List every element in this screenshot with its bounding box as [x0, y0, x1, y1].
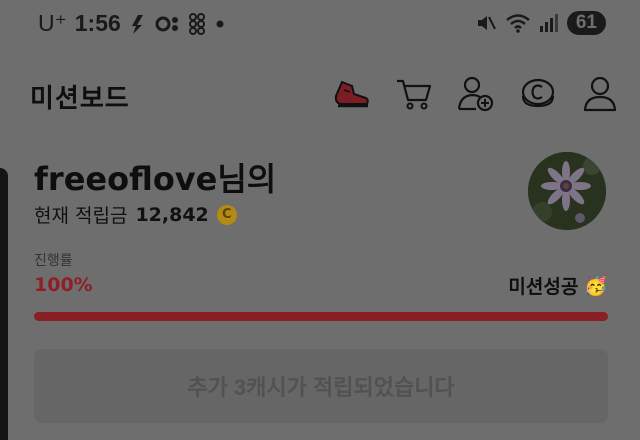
side-edge	[0, 168, 8, 440]
running-app-icon	[131, 14, 143, 34]
add-friend-icon[interactable]	[456, 74, 496, 114]
app-header: 미션보드	[0, 70, 640, 120]
points-row: 현재 적립금 12,842 C	[34, 201, 237, 228]
shoe-icon[interactable]	[332, 74, 372, 114]
progress-fill	[34, 312, 608, 321]
notification-icons	[129, 12, 227, 35]
more-notifications-dot-icon	[216, 20, 224, 27]
reward-status-button[interactable]: 추가 3캐시가 적립되었습니다	[34, 349, 608, 423]
coin-icon: C	[216, 204, 237, 225]
signal-icon	[539, 14, 558, 32]
avatar[interactable]	[528, 152, 606, 230]
profile-icon[interactable]	[580, 74, 620, 114]
status-left: U⁺ 1:56	[38, 10, 227, 37]
battery-level: 61	[566, 11, 606, 35]
progress-bar	[34, 312, 608, 321]
status-right: 61	[475, 11, 606, 35]
header-actions	[332, 74, 620, 114]
status-bar: U⁺ 1:56 61	[0, 0, 640, 52]
cart-icon[interactable]	[394, 74, 434, 114]
clock-time: 1:56	[74, 10, 121, 36]
username-heading: freeoflove님의	[34, 160, 277, 198]
page-title: 미션보드	[30, 84, 130, 114]
party-face-icon: 🥳	[584, 275, 608, 297]
progress-section: 진행률 100% 미션성공 🥳	[34, 250, 608, 321]
mission-status-text: 미션성공	[508, 276, 579, 298]
progress-label: 진행률	[34, 253, 73, 269]
toggle-app-icon	[155, 16, 178, 31]
points-label: 현재 적립금	[34, 205, 128, 227]
cash-coin-icon[interactable]	[518, 74, 558, 114]
wifi-icon	[506, 14, 530, 33]
dots-app-icon	[188, 12, 205, 35]
points-value: 12,842	[135, 203, 209, 226]
profile-section: freeoflove님의 현재 적립금 12,842 C	[0, 148, 640, 238]
carrier-label: U⁺	[38, 10, 67, 36]
flower-photo	[528, 152, 606, 230]
mute-icon	[477, 16, 496, 30]
mission-status: 미션성공 🥳	[508, 272, 608, 299]
